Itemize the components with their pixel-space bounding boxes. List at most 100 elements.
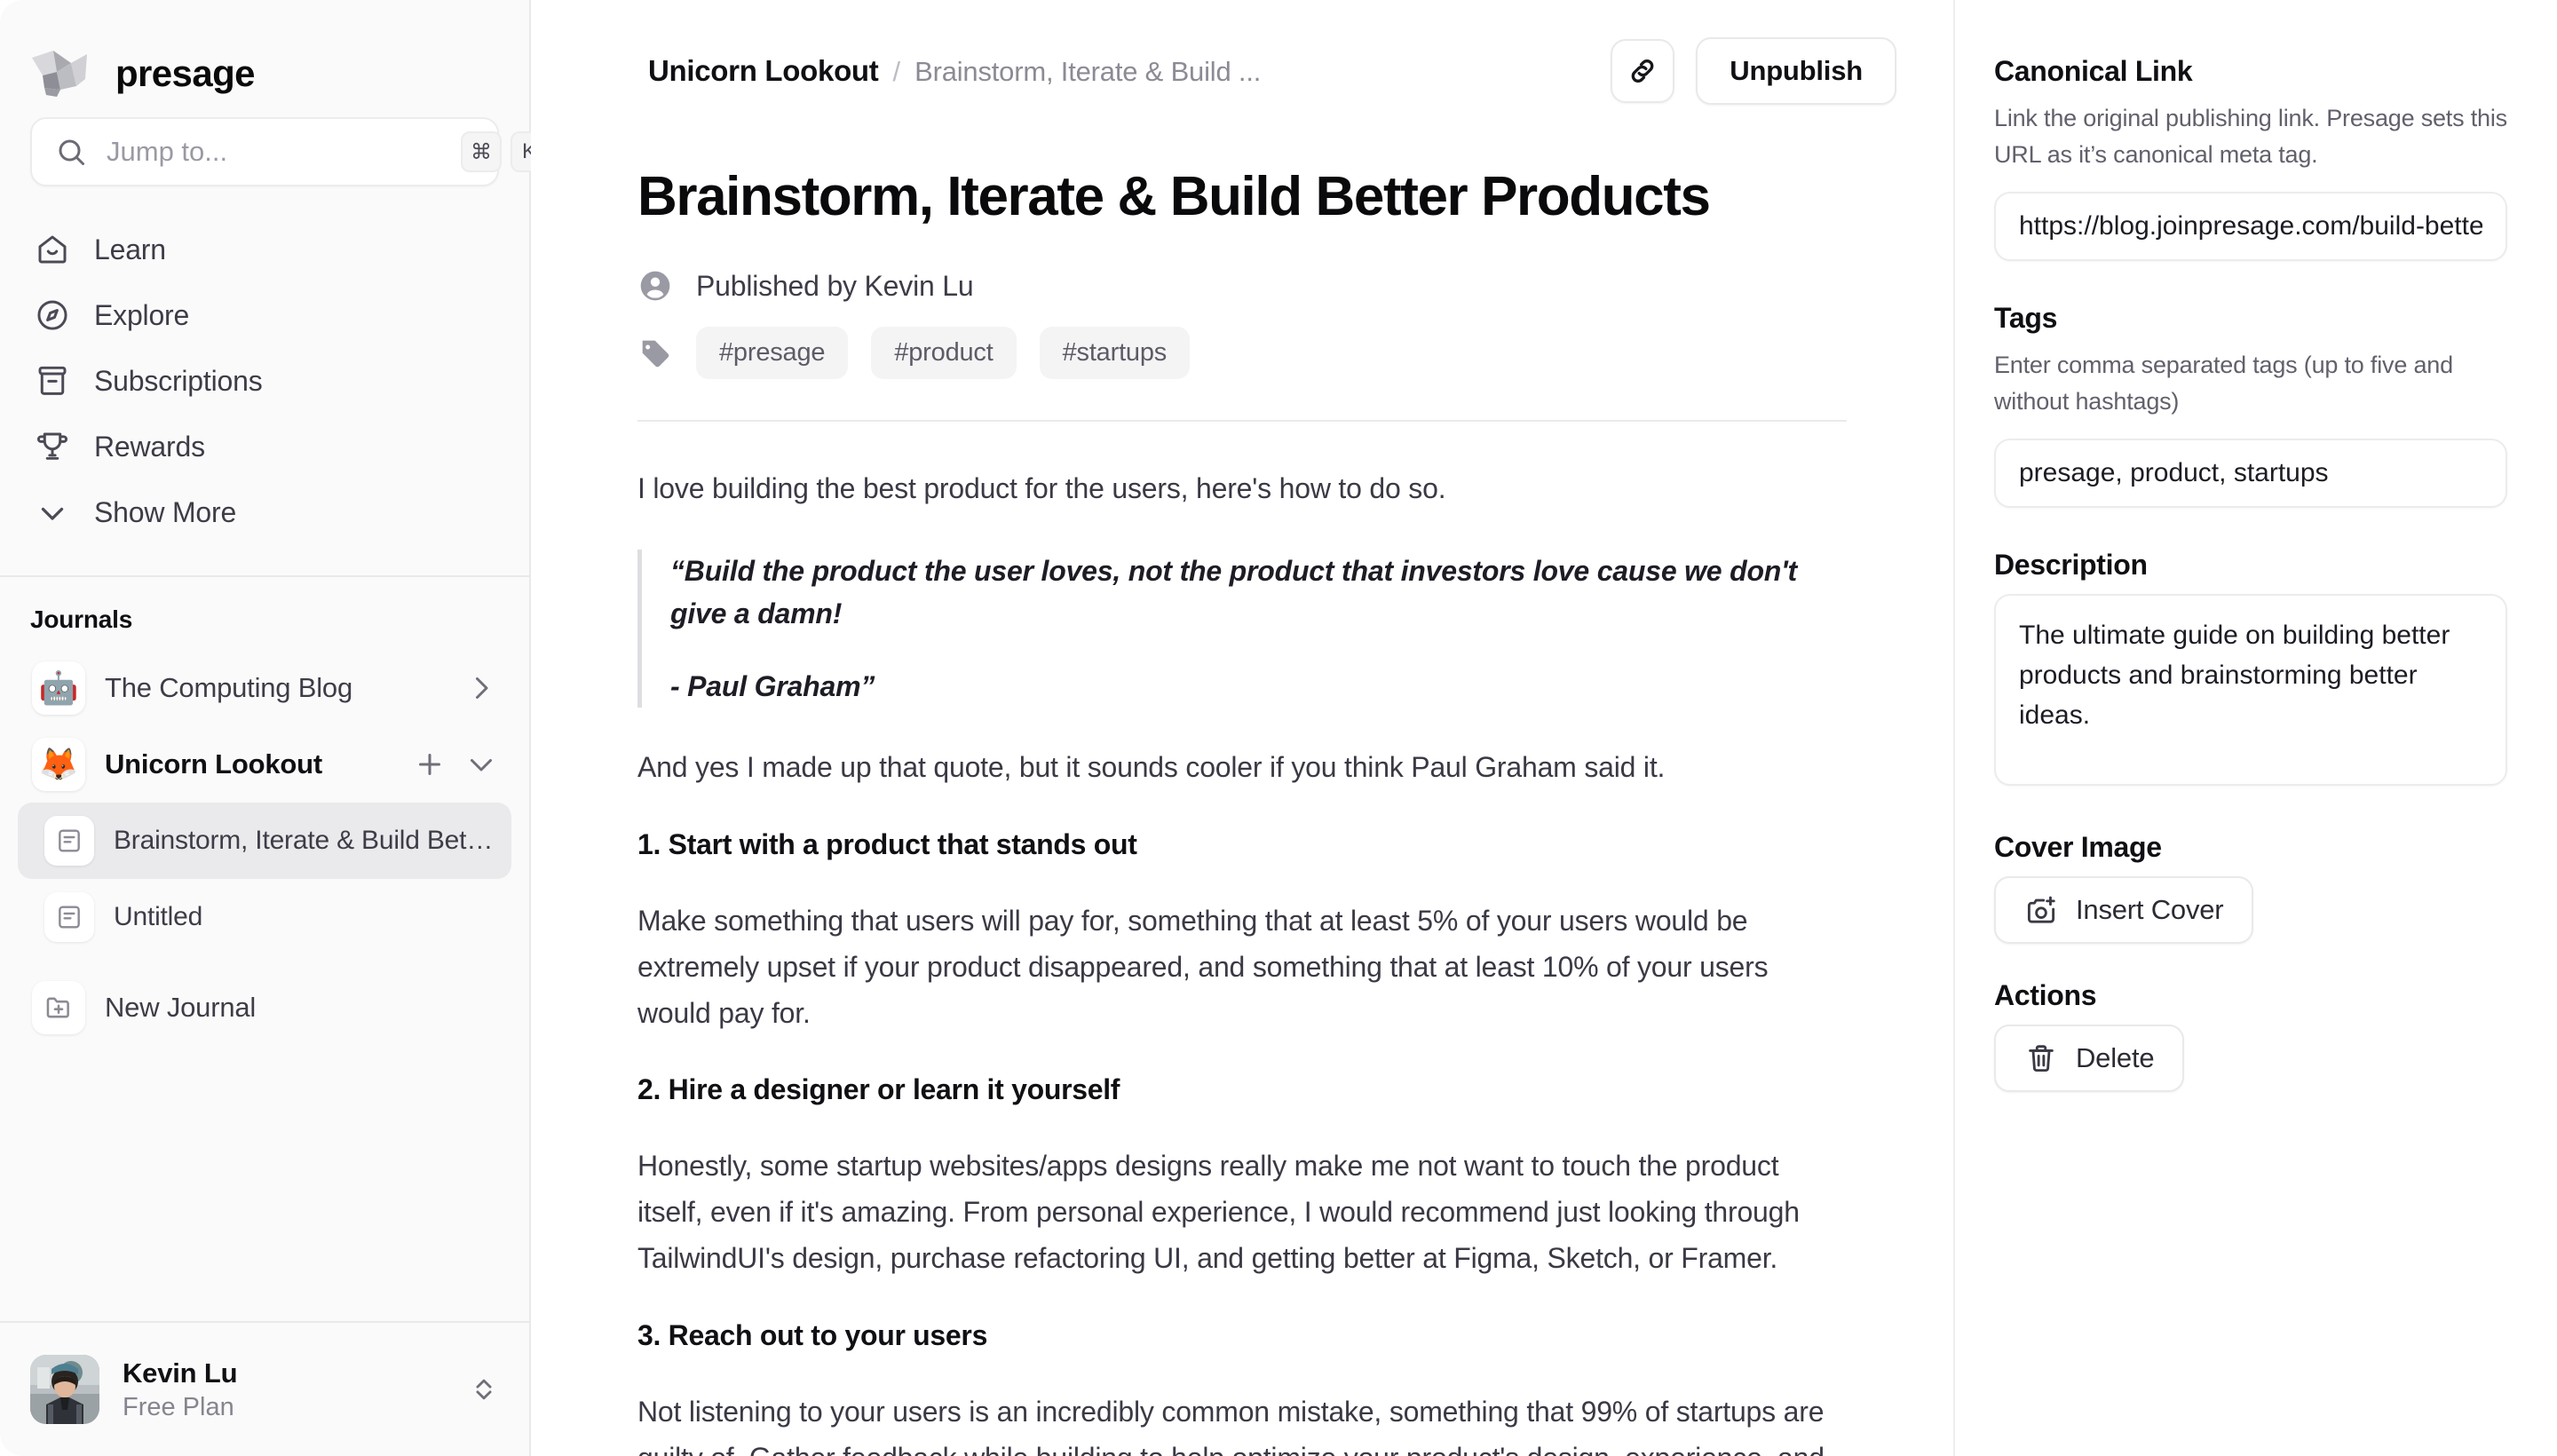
journal-page-untitled[interactable]: Untitled bbox=[18, 879, 511, 955]
sidebar-item-explore[interactable]: Explore bbox=[18, 282, 511, 348]
trophy-icon bbox=[37, 432, 67, 460]
canonical-link-input[interactable] bbox=[1994, 192, 2507, 261]
origami-crane-logo bbox=[32, 51, 87, 97]
cover-image-title: Cover Image bbox=[1994, 831, 2162, 863]
right-panel: Canonical Link Link the original publish… bbox=[1955, 0, 2557, 1456]
blockquote[interactable]: “Build the product the user loves, not t… bbox=[637, 550, 1847, 708]
search-box[interactable]: ⌘ K bbox=[30, 117, 548, 186]
paragraph-intro[interactable]: I love building the best product for the… bbox=[637, 466, 1847, 512]
left-sidebar: presage ⌘ K Learn bbox=[0, 0, 548, 1456]
actions-title: Actions bbox=[1994, 979, 2097, 1011]
primary-nav: Learn Explore Subscriptions Rewards Show… bbox=[0, 186, 529, 545]
topbar: Unicorn Lookout / Brainstorm, Iterate & … bbox=[531, 0, 1953, 142]
app-root: presage ⌘ K Learn bbox=[0, 0, 2557, 1456]
journal-page-label: Untitled bbox=[114, 902, 203, 931]
fox-emoji-icon: 🦊 bbox=[32, 738, 85, 791]
tag-pill[interactable]: #product bbox=[871, 327, 1017, 380]
delete-button[interactable]: Delete bbox=[1994, 1025, 2185, 1092]
journals-heading: Journals bbox=[30, 605, 133, 633]
actions-field: Actions Delete bbox=[1994, 979, 2507, 1092]
page-title[interactable]: Brainstorm, Iterate & Build Better Produ… bbox=[637, 166, 1847, 227]
main-content: Unicorn Lookout / Brainstorm, Iterate & … bbox=[531, 0, 1955, 1456]
search-icon bbox=[59, 139, 84, 165]
profile-name: Kevin Lu bbox=[123, 1357, 238, 1389]
sidebar-item-show-more[interactable]: Show More bbox=[18, 479, 511, 545]
new-journal-label: New Journal bbox=[105, 992, 257, 1023]
journal-item-unicorn-lookout[interactable]: 🦊 Unicorn Lookout bbox=[18, 726, 511, 803]
brand-name: presage bbox=[115, 52, 255, 94]
journal-label: The Computing Blog bbox=[105, 672, 353, 703]
journal-item-computing-blog[interactable]: 🤖 The Computing Blog bbox=[18, 650, 511, 726]
heading-1[interactable]: 1. Start with a product that stands out bbox=[637, 828, 1847, 861]
breadcrumb-leaf[interactable]: Brainstorm, Iterate & Build ... bbox=[914, 56, 1261, 88]
tag-pill[interactable]: #startups bbox=[1039, 327, 1191, 380]
trash-icon bbox=[2029, 1045, 2054, 1072]
description-field: Description bbox=[1994, 549, 2507, 790]
paragraph-2[interactable]: Honestly, some startup websites/apps des… bbox=[637, 1143, 1847, 1281]
tags-row: #presage #product #startups bbox=[637, 327, 1847, 380]
description-title: Description bbox=[1994, 549, 2148, 581]
canonical-link-help: Link the original publishing link. Presa… bbox=[1994, 105, 2507, 168]
sidebar-item-label: Subscriptions bbox=[94, 364, 263, 397]
journal-page-brainstorm[interactable]: Brainstorm, Iterate & Build Better... bbox=[18, 803, 511, 879]
kbd-modifier: ⌘ bbox=[461, 131, 502, 172]
chevron-down-icon[interactable] bbox=[465, 748, 497, 780]
breadcrumb-separator: / bbox=[892, 56, 901, 87]
profile-plan: Free Plan bbox=[123, 1392, 234, 1421]
sidebar-item-label: Explore bbox=[94, 298, 190, 331]
avatar bbox=[30, 1355, 99, 1424]
profile-text: Kevin Lu Free Plan bbox=[123, 1357, 446, 1422]
canonical-link-field: Canonical Link Link the original publish… bbox=[1994, 55, 2507, 261]
insert-cover-button[interactable]: Insert Cover bbox=[1994, 876, 2254, 944]
folder-plus-icon bbox=[32, 981, 85, 1034]
tag-icon bbox=[642, 340, 669, 367]
quote-line-1: “Build the product the user loves, not t… bbox=[670, 555, 1798, 630]
plus-icon[interactable] bbox=[414, 748, 446, 780]
unpublish-button[interactable]: Unpublish bbox=[1696, 37, 1896, 105]
search-input[interactable] bbox=[87, 136, 461, 168]
description-textarea[interactable] bbox=[1994, 594, 2507, 786]
sidebar-item-learn[interactable]: Learn bbox=[18, 217, 511, 282]
paragraph-after-quote[interactable]: And yes I made up that quote, but it sou… bbox=[637, 745, 1847, 791]
quote-line-2: - Paul Graham” bbox=[670, 670, 875, 703]
chevron-right-icon[interactable] bbox=[465, 672, 497, 704]
breadcrumb: Unicorn Lookout / Brainstorm, Iterate & … bbox=[648, 54, 1589, 88]
heading-2[interactable]: 2. Hire a designer or learn it yourself bbox=[637, 1073, 1847, 1106]
chevron-down-icon bbox=[41, 507, 64, 520]
cover-image-field: Cover Image Insert Cover bbox=[1994, 831, 2507, 944]
tags-input[interactable] bbox=[1994, 439, 2507, 508]
link-icon bbox=[1631, 59, 1654, 83]
breadcrumb-root[interactable]: Unicorn Lookout bbox=[648, 54, 879, 88]
copy-link-button[interactable] bbox=[1611, 39, 1675, 103]
sidebar-item-subscriptions[interactable]: Subscriptions bbox=[18, 348, 511, 414]
user-profile[interactable]: Kevin Lu Free Plan bbox=[0, 1321, 529, 1456]
compass-icon bbox=[37, 300, 67, 330]
paragraph-1[interactable]: Make something that users will pay for, … bbox=[637, 898, 1847, 1036]
tags-field: Tags Enter comma separated tags (up to f… bbox=[1994, 302, 2507, 508]
sidebar-item-label: Show More bbox=[94, 495, 237, 528]
canonical-link-title: Canonical Link bbox=[1994, 55, 2193, 87]
archive-box-icon bbox=[38, 366, 67, 395]
document-icon bbox=[44, 816, 94, 866]
sidebar-item-label: Rewards bbox=[94, 430, 205, 463]
content-divider bbox=[637, 420, 1847, 423]
author-line: Published by Kevin Lu bbox=[696, 269, 974, 302]
journal-page-label: Brainstorm, Iterate & Build Better... bbox=[114, 826, 497, 855]
journal-label: Unicorn Lookout bbox=[105, 748, 322, 779]
paragraph-3[interactable]: Not listening to your users is an incred… bbox=[637, 1389, 1847, 1456]
journals-section: Journals 🤖 The Computing Blog 🦊 Unicorn … bbox=[0, 577, 529, 1321]
new-journal-button[interactable]: New Journal bbox=[18, 969, 511, 1046]
sidebar-item-rewards[interactable]: Rewards bbox=[18, 414, 511, 479]
tag-pill[interactable]: #presage bbox=[696, 327, 849, 380]
journal-actions bbox=[465, 672, 497, 704]
heading-3[interactable]: 3. Reach out to your users bbox=[637, 1319, 1847, 1352]
camera-plus-icon bbox=[2027, 896, 2055, 923]
sidebar-item-label: Learn bbox=[94, 233, 166, 265]
home-smile-icon bbox=[38, 235, 67, 264]
brand[interactable]: presage bbox=[0, 0, 529, 105]
chevron-up-down-icon[interactable] bbox=[469, 1374, 499, 1405]
tags-title: Tags bbox=[1994, 302, 2058, 334]
